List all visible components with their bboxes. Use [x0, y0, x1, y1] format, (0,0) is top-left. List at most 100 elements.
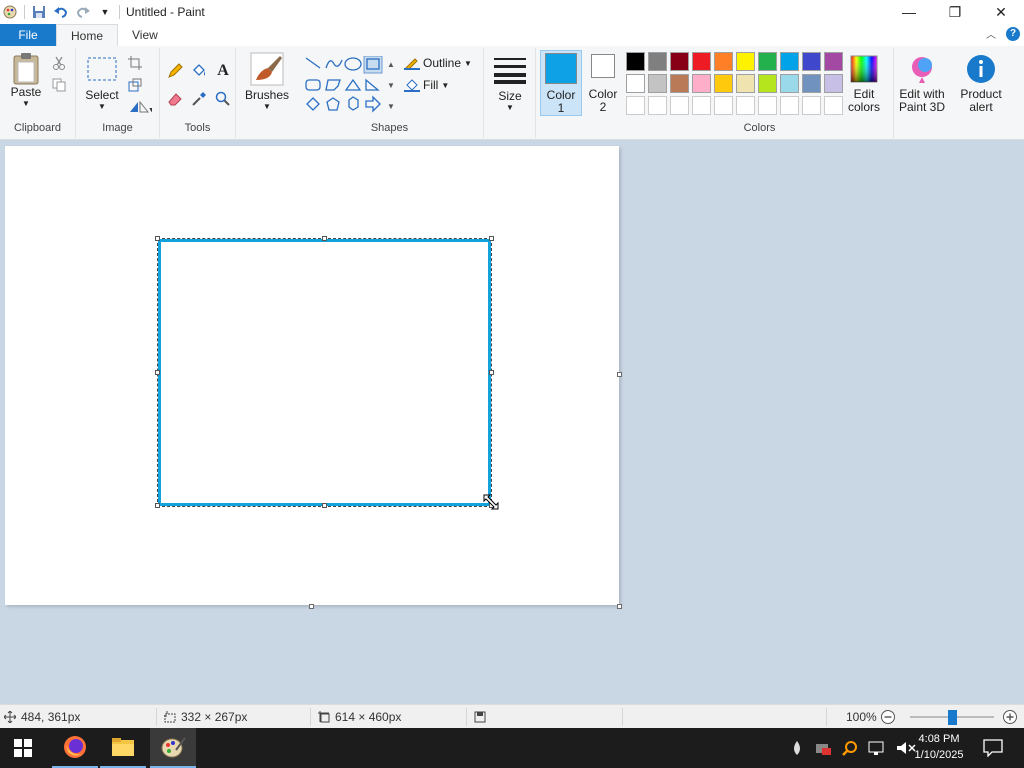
network-icon[interactable]: [868, 740, 886, 756]
selection-handle[interactable]: [322, 503, 327, 508]
oval-shape-icon[interactable]: [344, 57, 362, 71]
restore-button[interactable]: ❐: [932, 0, 978, 24]
save-icon[interactable]: [31, 4, 47, 20]
hexagon-shape-icon[interactable]: [348, 96, 359, 111]
palette-color-swatch[interactable]: [692, 52, 711, 71]
size-button[interactable]: Size ▼: [490, 56, 530, 112]
rotate-icon[interactable]: ▼: [126, 98, 154, 116]
minimize-button[interactable]: —: [886, 0, 932, 24]
pentagon-shape-icon[interactable]: [326, 97, 340, 111]
customize-qa-dropdown-icon[interactable]: ▼: [97, 4, 113, 20]
palette-color-swatch[interactable]: [824, 52, 843, 71]
palette-custom-slot[interactable]: [780, 96, 799, 115]
palette-color-swatch[interactable]: [758, 52, 777, 71]
palette-color-swatch[interactable]: [648, 74, 667, 93]
palette-color-swatch[interactable]: [714, 52, 733, 71]
selection-handle[interactable]: [322, 236, 327, 241]
palette-color-swatch[interactable]: [736, 52, 755, 71]
zoom-out-button[interactable]: [880, 705, 896, 729]
diamond-shape-icon[interactable]: [306, 97, 320, 111]
redo-icon[interactable]: [75, 4, 91, 20]
palette-color-swatch[interactable]: [802, 52, 821, 71]
selection-handle[interactable]: [155, 236, 160, 241]
start-button[interactable]: [0, 728, 46, 768]
line-shape-icon[interactable]: [305, 57, 321, 69]
palette-custom-slot[interactable]: [758, 96, 777, 115]
tab-view[interactable]: View: [118, 24, 172, 46]
canvas-resize-handle-bottom[interactable]: [309, 604, 314, 609]
palette-color-swatch[interactable]: [824, 74, 843, 93]
palette-color-swatch[interactable]: [758, 74, 777, 93]
palette-custom-slot[interactable]: [714, 96, 733, 115]
magnifier-icon[interactable]: [214, 90, 232, 108]
drawn-rectangle[interactable]: [158, 239, 491, 506]
resize-icon[interactable]: [126, 76, 144, 94]
system-clock[interactable]: 4:08 PM 1/10/2025: [906, 731, 972, 763]
copy-icon[interactable]: [50, 76, 68, 94]
tab-file[interactable]: File: [0, 24, 56, 46]
paste-button[interactable]: Paste ▼: [6, 52, 46, 108]
edit-with-paint3d-button[interactable]: Edit with Paint 3D: [896, 54, 948, 114]
outline-button[interactable]: Outline ▼: [404, 56, 472, 70]
arrow-shape-icon[interactable]: [365, 95, 381, 113]
text-tool-icon[interactable]: A: [214, 62, 232, 80]
shapes-scroll-up-icon[interactable]: ▲: [387, 60, 395, 69]
crop-icon[interactable]: [126, 54, 144, 72]
tab-home[interactable]: Home: [56, 24, 119, 46]
canvas-resize-handle-corner[interactable]: [617, 604, 622, 609]
palette-color-swatch[interactable]: [626, 52, 645, 71]
palette-custom-slot[interactable]: [824, 96, 843, 115]
firefox-taskbar-button[interactable]: [52, 728, 98, 768]
palette-custom-slot[interactable]: [626, 96, 645, 115]
eraser-icon[interactable]: [166, 90, 184, 108]
close-button[interactable]: ✕: [978, 0, 1024, 24]
selection-handle[interactable]: [155, 503, 160, 508]
help-icon[interactable]: ?: [1006, 26, 1020, 41]
palette-color-swatch[interactable]: [670, 52, 689, 71]
palette-color-swatch[interactable]: [780, 52, 799, 71]
fill-button[interactable]: Fill ▼: [404, 78, 449, 92]
zoom-in-button[interactable]: [1002, 705, 1018, 729]
palette-color-swatch[interactable]: [780, 74, 799, 93]
shapes-more-icon[interactable]: ▼: [387, 102, 395, 111]
palette-color-swatch[interactable]: [802, 74, 821, 93]
action-center-button[interactable]: [970, 728, 1016, 768]
cut-icon[interactable]: [50, 54, 68, 72]
selection-handle[interactable]: [489, 370, 494, 375]
palette-custom-slot[interactable]: [670, 96, 689, 115]
pencil-icon[interactable]: [166, 62, 184, 80]
shapes-scroll-down-icon[interactable]: ▼: [387, 81, 395, 90]
product-alert-button[interactable]: Product alert: [956, 54, 1006, 114]
right-triangle-icon[interactable]: [365, 78, 380, 91]
polygon-shape-icon[interactable]: [325, 79, 341, 91]
palette-color-swatch[interactable]: [736, 74, 755, 93]
canvas-workspace[interactable]: [0, 140, 1024, 704]
triangle-shape-icon[interactable]: [344, 78, 362, 91]
shapes-gallery[interactable]: [304, 56, 384, 116]
paint-taskbar-button[interactable]: [150, 728, 196, 768]
fill-bucket-icon[interactable]: [190, 62, 208, 80]
palette-color-swatch[interactable]: [714, 74, 733, 93]
selection-handle[interactable]: [489, 236, 494, 241]
shapes-scroll[interactable]: ▲ ▼ ▼: [386, 54, 396, 118]
selection-handle[interactable]: [155, 370, 160, 375]
search-tray-icon[interactable]: [842, 740, 858, 756]
palette-color-swatch[interactable]: [648, 52, 667, 71]
drawing-canvas[interactable]: [5, 146, 619, 605]
rounded-rectangle-icon[interactable]: [305, 79, 321, 91]
droplet-icon[interactable]: [790, 740, 804, 756]
canvas-resize-handle-right[interactable]: [617, 372, 622, 377]
palette-color-swatch[interactable]: [670, 74, 689, 93]
palette-custom-slot[interactable]: [692, 96, 711, 115]
undo-icon[interactable]: [53, 4, 69, 20]
collapse-ribbon-icon[interactable]: ︿: [986, 26, 996, 41]
palette-color-swatch[interactable]: [626, 74, 645, 93]
file-explorer-taskbar-button[interactable]: [100, 728, 146, 768]
zoom-slider-thumb[interactable]: [948, 710, 957, 725]
palette-custom-slot[interactable]: [648, 96, 667, 115]
curve-shape-icon[interactable]: [325, 59, 343, 69]
color-picker-icon[interactable]: [190, 90, 208, 108]
edit-colors-button[interactable]: Edit colors: [842, 54, 886, 114]
network-warning-icon[interactable]: [814, 740, 832, 756]
brushes-button[interactable]: Brushes ▼: [244, 52, 290, 111]
